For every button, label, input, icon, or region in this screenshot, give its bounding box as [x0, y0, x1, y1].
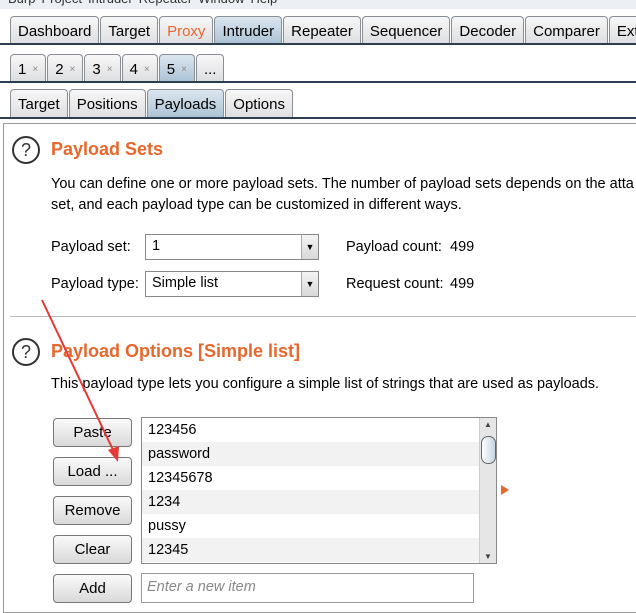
- annotation-arrow: [41, 299, 119, 462]
